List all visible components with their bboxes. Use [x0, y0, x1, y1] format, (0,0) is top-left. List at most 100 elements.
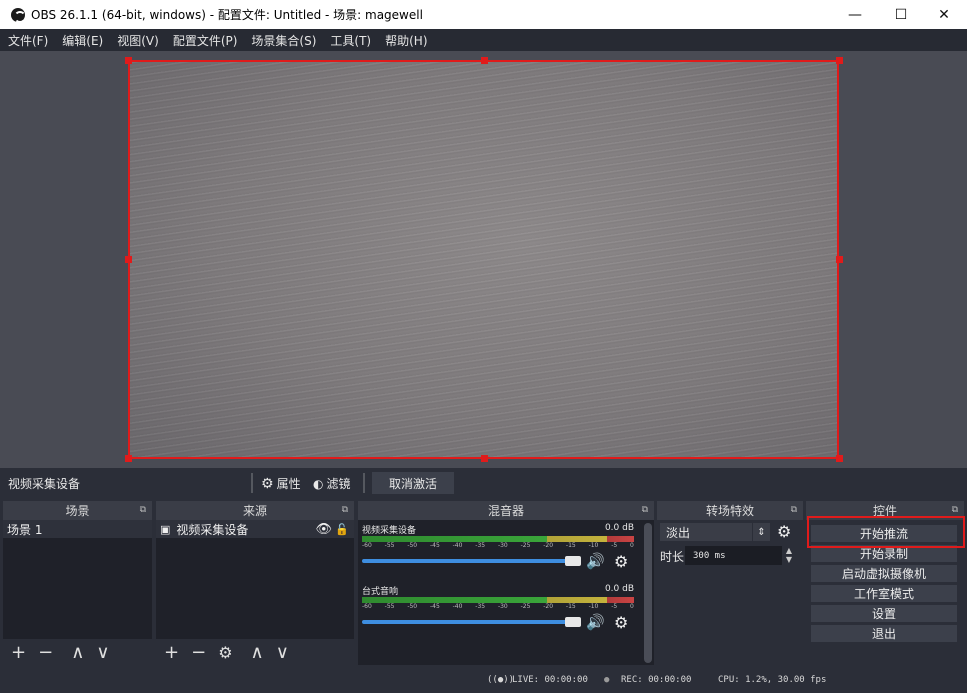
menu-file[interactable]: 文件(F) [8, 32, 48, 49]
meter-tick: 0 [630, 542, 634, 549]
remove-source-icon[interactable]: − [191, 642, 206, 663]
menu-view[interactable]: 视图(V) [117, 32, 159, 49]
exit-button[interactable]: 退出 [811, 625, 957, 642]
undock-icon[interactable]: ⧉ [642, 505, 648, 515]
video-capture-preview[interactable] [125, 57, 843, 462]
deactivate-button[interactable]: 取消激活 [372, 472, 454, 494]
duration-label: 时长 [660, 550, 685, 564]
resize-handle-top[interactable] [481, 57, 488, 64]
source-item[interactable]: ▣ 视频采集设备 👁 🔓 [156, 520, 354, 538]
undock-icon[interactable]: ⧉ [342, 505, 348, 515]
maximize-button[interactable]: ☐ [878, 0, 924, 29]
window-title: OBS 26.1.1 (64-bit, windows) - 配置文件: Unt… [31, 8, 423, 22]
filters-button[interactable]: ◐ 滤镜 [313, 475, 351, 492]
move-down-icon[interactable]: ∨ [96, 642, 109, 663]
meter-tick: -60 [362, 603, 372, 610]
meter-tick: -45 [429, 542, 440, 549]
move-up-icon[interactable]: ∧ [71, 642, 84, 663]
channel-settings-gear-icon[interactable]: ⚙ [614, 552, 628, 571]
live-indicator-icon: ((●)) [487, 675, 515, 685]
speaker-icon[interactable]: 🔊 [586, 552, 605, 570]
mixer-channel: 视频采集设备 0.0 dB -60 -55 -50 -45 -40 -35 -3… [362, 523, 638, 575]
meter-tick: 0 [630, 603, 634, 610]
resize-handle-right[interactable] [836, 256, 843, 263]
resize-handle-bottom-left[interactable] [125, 455, 132, 462]
meter-tick: -45 [429, 603, 440, 610]
duration-input[interactable]: 300 ms [685, 546, 782, 565]
speaker-icon[interactable]: 🔊 [586, 613, 605, 631]
resize-handle-bottom[interactable] [481, 455, 488, 462]
channel-settings-gear-icon[interactable]: ⚙ [614, 613, 628, 632]
transition-settings-gear-icon[interactable]: ⚙ [777, 522, 791, 541]
start-virtual-camera-button[interactable]: 启动虚拟摄像机 [811, 565, 957, 582]
undock-icon[interactable]: ⧉ [952, 505, 958, 515]
duration-spinner[interactable]: ▲ ▼ [782, 544, 796, 566]
scene-item[interactable]: 场景 1 [3, 520, 152, 538]
filter-icon: ◐ [313, 476, 324, 491]
sources-list: ▣ 视频采集设备 👁 🔓 + − ⚙ ∧ ∨ [156, 520, 354, 665]
meter-tick: -30 [497, 603, 508, 610]
menu-profile[interactable]: 配置文件(P) [173, 32, 238, 49]
mixer-title: 混音器 [487, 504, 524, 518]
meter-tick: -55 [384, 603, 395, 610]
camera-icon: ▣ [160, 522, 171, 536]
transitions-header: 转场特效 ⧉ [657, 501, 803, 520]
source-toolbar: 视频采集设备 ⚙ 属性 ◐ 滤镜 取消激活 [0, 468, 967, 498]
menu-edit[interactable]: 编辑(E) [62, 32, 103, 49]
menu-help[interactable]: 帮助(H) [385, 32, 427, 49]
resize-handle-left[interactable] [125, 256, 132, 263]
source-properties-icon[interactable]: ⚙ [218, 643, 232, 662]
properties-label: 属性 [276, 477, 301, 491]
meter-tick: -60 [362, 542, 372, 549]
close-button[interactable]: ✕ [921, 0, 967, 29]
channel-name: 视频采集设备 [362, 526, 417, 536]
meter-tick: -40 [452, 542, 463, 549]
volume-slider-handle[interactable] [565, 556, 581, 566]
resize-handle-top-right[interactable] [836, 57, 843, 64]
undock-icon[interactable]: ⧉ [791, 505, 797, 515]
transitions-dock: 转场特效 ⧉ 淡出 ⇕ ⚙ 时长 300 ms ▲ ▼ [657, 501, 803, 665]
resize-handle-bottom-right[interactable] [836, 455, 843, 462]
meter-tick: -5 [611, 603, 618, 610]
menu-scene-collection[interactable]: 场景集合(S) [251, 32, 316, 49]
studio-mode-button[interactable]: 工作室模式 [811, 585, 957, 602]
scene-item-label: 场景 1 [7, 522, 43, 537]
meter-tick: -55 [384, 542, 395, 549]
volume-slider-handle[interactable] [565, 617, 581, 627]
spin-up-icon[interactable]: ▲ [786, 546, 792, 555]
gear-icon: ⚙ [261, 475, 274, 492]
move-up-icon[interactable]: ∧ [251, 642, 264, 663]
volume-slider-track[interactable] [362, 559, 567, 563]
menu-tools[interactable]: 工具(T) [330, 32, 371, 49]
scenes-footer: + − ∧ ∨ [3, 639, 152, 665]
properties-button[interactable]: ⚙ 属性 [261, 475, 301, 492]
remove-scene-icon[interactable]: − [38, 642, 53, 663]
spin-down-icon[interactable]: ▼ [786, 555, 792, 564]
scenes-list: 场景 1 + − ∧ ∨ [3, 520, 152, 665]
mixer-scrollbar[interactable] [644, 523, 652, 663]
channel-db: 0.0 dB [604, 523, 634, 533]
live-time: LIVE: 00:00:00 [512, 675, 588, 685]
settings-button[interactable]: 设置 [811, 605, 957, 622]
sources-footer: + − ⚙ ∧ ∨ [156, 639, 354, 665]
preview-area[interactable] [0, 51, 967, 468]
mixer-channel: 台式音响 0.0 dB -60 -55 -50 -45 -40 -35 -30 … [362, 584, 638, 636]
meter-scale: -60 -55 -50 -45 -40 -35 -30 -25 -20 -15 … [362, 603, 634, 613]
transition-select[interactable]: 淡出 ⇕ [660, 523, 770, 541]
cpu-fps: CPU: 1.2%, 30.00 fps [718, 675, 827, 685]
visibility-eye-icon[interactable]: 👁 [315, 522, 332, 537]
minimize-button[interactable]: — [832, 0, 878, 29]
add-scene-icon[interactable]: + [11, 642, 26, 663]
meter-tick: -15 [565, 603, 576, 610]
add-source-icon[interactable]: + [164, 642, 179, 663]
lock-icon[interactable]: 🔓 [335, 523, 349, 536]
undock-icon[interactable]: ⧉ [140, 505, 146, 515]
resize-handle-top-left[interactable] [125, 57, 132, 64]
rec-time: REC: 00:00:00 [621, 675, 692, 685]
meter-tick: -20 [543, 542, 554, 549]
volume-slider-track[interactable] [362, 620, 567, 624]
mixer-body: 视频采集设备 0.0 dB -60 -55 -50 -45 -40 -35 -3… [358, 520, 654, 665]
transitions-title: 转场特效 [705, 504, 754, 518]
meter-tick: -5 [611, 542, 618, 549]
move-down-icon[interactable]: ∨ [276, 642, 289, 663]
